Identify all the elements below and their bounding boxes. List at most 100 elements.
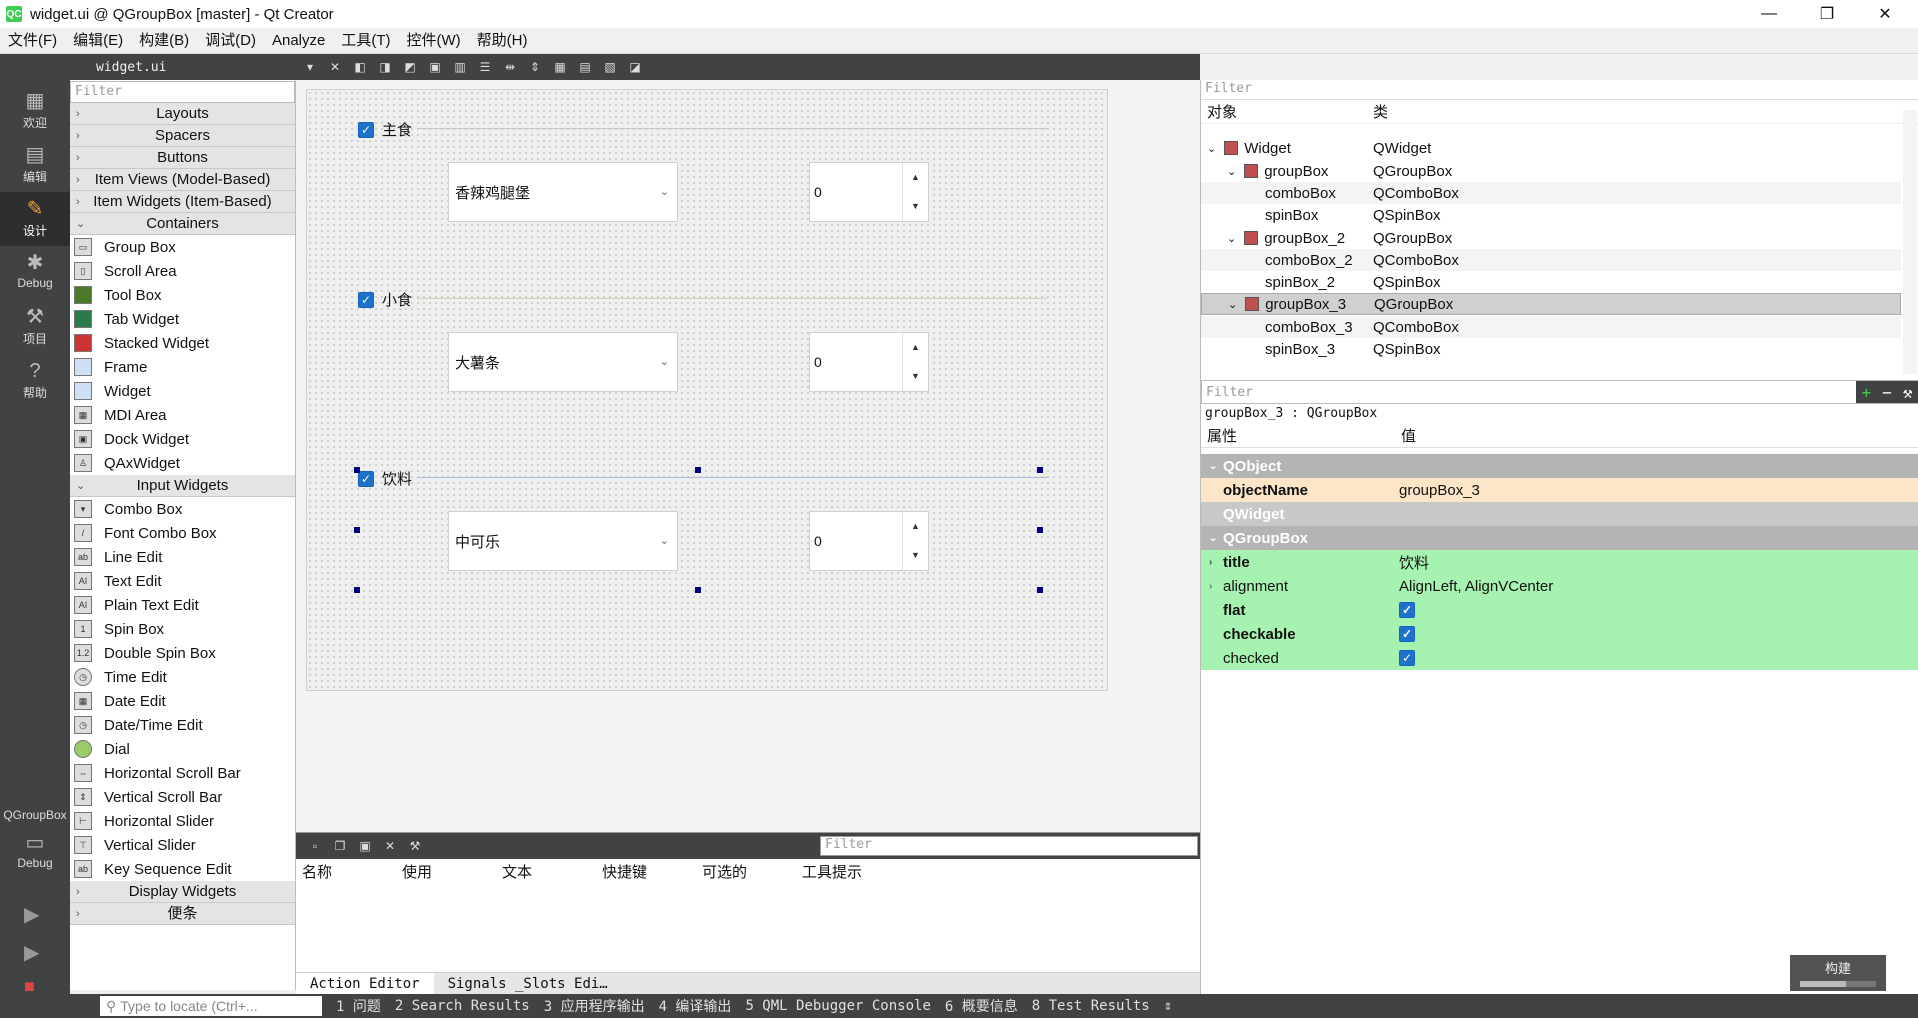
prop-alignment[interactable]: › alignment AlignLeft, AlignVCenter [1201, 574, 1918, 598]
spin-box-drink[interactable]: 0 ▲ ▼ [809, 511, 929, 571]
widget-item-line-edit[interactable]: ab Line Edit [70, 545, 295, 569]
paste-action-icon[interactable]: ▣ [354, 837, 376, 855]
resize-handle[interactable] [1037, 467, 1043, 473]
prop-checkable[interactable]: checkable ✓ [1201, 622, 1918, 646]
maximize-button[interactable]: ❐ [1804, 0, 1850, 28]
widget-item-tab-widget[interactable]: Tab Widget [70, 307, 295, 331]
output-tab-search-results[interactable]: 2 Search Results [395, 998, 530, 1014]
mode-welcome[interactable]: ▦ 欢迎 [0, 84, 70, 138]
object-filter-input[interactable]: Filter [1201, 80, 1918, 100]
checkbox-checked-icon[interactable]: ✓ [1399, 626, 1415, 642]
widget-item-dial[interactable]: Dial [70, 737, 295, 761]
output-tab-test-results[interactable]: 8 Test Results [1032, 998, 1150, 1014]
tree-row-groupbox-3-selected[interactable]: ⌄ groupBox_3 QGroupBox [1201, 293, 1901, 315]
checkbox-checked-icon[interactable]: ✓ [358, 470, 374, 487]
widget-item-dock-widget[interactable]: ▣ Dock Widget [70, 427, 295, 451]
tab-action-editor[interactable]: Action Editor [296, 973, 434, 994]
column-object[interactable]: 对象 [1207, 101, 1237, 122]
widget-item-widget[interactable]: Widget [70, 379, 295, 403]
column-class[interactable]: 类 [1373, 101, 1388, 122]
tree-row-combobox-3[interactable]: comboBox_3 QComboBox [1201, 316, 1901, 338]
widget-item-spin-box[interactable]: 1 Spin Box [70, 617, 295, 641]
layout-form-icon[interactable]: ▤ [574, 58, 596, 76]
output-tab-app-output[interactable]: 3 应用程序输出 [544, 996, 645, 1016]
resize-handle[interactable] [1037, 527, 1043, 533]
category-layouts[interactable]: › Layouts [70, 103, 295, 125]
menu-debug[interactable]: 调试(D) [197, 28, 264, 54]
spin-up-icon[interactable]: ▲ [902, 512, 928, 541]
tab-signals-slots-editor[interactable]: Signals _Slots Edi… [434, 973, 622, 994]
edit-buddies-icon[interactable]: ◩ [399, 58, 421, 76]
menu-tools[interactable]: 工具(T) [333, 28, 398, 54]
widget-item-combo-box[interactable]: ▾ Combo Box [70, 497, 295, 521]
spin-box-snack[interactable]: 0 ▲ ▼ [809, 332, 929, 392]
open-file-name[interactable]: widget.ui [96, 60, 296, 75]
resize-handle[interactable] [354, 467, 360, 473]
configure-icon[interactable]: ⚒ [404, 837, 426, 855]
widget-item-datetime-edit[interactable]: ◷ Date/Time Edit [70, 713, 295, 737]
new-action-icon[interactable]: ▫ [304, 837, 326, 855]
locator-input[interactable]: ⚲ Type to locate (Ctrl+... [100, 996, 322, 1016]
debug-run-icon[interactable]: ▶ [24, 940, 39, 965]
widget-item-vertical-slider[interactable]: ⊤ Vertical Slider [70, 833, 295, 857]
widget-item-font-combo-box[interactable]: / Font Combo Box [70, 521, 295, 545]
widget-box-filter[interactable]: Filter [70, 81, 295, 103]
edit-widgets-icon[interactable]: ◧ [349, 58, 371, 76]
prop-objectname[interactable]: objectName groupBox_3 [1201, 478, 1918, 502]
layout-splitter-v-icon[interactable]: ⇕ [524, 58, 546, 76]
groupbox-main-title[interactable]: ✓ 主食 [358, 119, 412, 140]
mode-projects[interactable]: ⚒ 项目 [0, 300, 70, 354]
column-shortcut[interactable]: 快捷键 [602, 861, 647, 882]
action-filter-input[interactable]: Filter [820, 836, 1198, 856]
widget-item-mdi-area[interactable]: ▦ MDI Area [70, 403, 295, 427]
prop-checked[interactable]: checked ✓ [1201, 646, 1918, 670]
checkbox-checked-icon[interactable]: ✓ [358, 291, 374, 308]
layout-splitter-h-icon[interactable]: ⇹ [499, 58, 521, 76]
column-name[interactable]: 名称 [302, 861, 332, 882]
category-scratchpad[interactable]: › 便条 [70, 903, 295, 925]
category-input-widgets[interactable]: ⌄ Input Widgets [70, 475, 295, 497]
widget-item-key-sequence-edit[interactable]: ab Key Sequence Edit [70, 857, 295, 881]
column-checkable[interactable]: 可选的 [702, 861, 747, 882]
resize-handle[interactable] [354, 527, 360, 533]
resize-handle[interactable] [695, 587, 701, 593]
run-icon[interactable]: ▶ [24, 902, 39, 927]
menu-edit[interactable]: 编辑(E) [65, 28, 131, 54]
form-widget[interactable]: ✓ 主食 香辣鸡腿堡 ⌄ 0 ▲ ▼ ✓ 小食 大薯条 ⌄ 0 ▲ ▼ ✓ 饮料 中可乐 ⌄ 0 ▲ ▼ [306, 89, 1108, 691]
checkbox-checked-icon[interactable]: ✓ [1399, 650, 1415, 666]
mode-design[interactable]: ✎ 设计 [0, 192, 70, 246]
combo-box-main[interactable]: 香辣鸡腿堡 ⌄ [448, 162, 678, 222]
add-property-icon[interactable]: + [1862, 383, 1872, 402]
more-tabs-icon[interactable]: ⇕ [1164, 998, 1172, 1014]
close-doc-icon[interactable]: ✕ [324, 58, 346, 76]
category-buttons[interactable]: › Buttons [70, 147, 295, 169]
widget-item-stacked-widget[interactable]: Stacked Widget [70, 331, 295, 355]
object-inspector-scrollbar[interactable] [1903, 110, 1917, 374]
section-qgroupbox[interactable]: ⌄ QGroupBox [1201, 526, 1918, 550]
widget-item-time-edit[interactable]: ◷ Time Edit [70, 665, 295, 689]
edit-signals-icon[interactable]: ◨ [374, 58, 396, 76]
spin-down-icon[interactable]: ▼ [902, 541, 928, 570]
tree-row-spinbox-3[interactable]: spinBox_3 QSpinBox [1201, 338, 1901, 360]
prop-flat[interactable]: flat ✓ [1201, 598, 1918, 622]
widget-item-plain-text-edit[interactable]: AI Plain Text Edit [70, 593, 295, 617]
close-button[interactable]: ✕ [1862, 0, 1908, 28]
section-qobject[interactable]: ⌄ QObject [1201, 454, 1918, 478]
column-property[interactable]: 属性 [1207, 425, 1237, 446]
category-item-views[interactable]: › Item Views (Model-Based) [70, 169, 295, 191]
spin-up-icon[interactable]: ▲ [902, 163, 928, 192]
output-tab-issues[interactable]: 1 问题 [336, 996, 381, 1016]
menu-analyze[interactable]: Analyze [264, 28, 333, 54]
break-layout-icon[interactable]: ▧ [599, 58, 621, 76]
groupbox-snack-title[interactable]: ✓ 小食 [358, 289, 412, 310]
mode-debug[interactable]: ✱ Debug [0, 246, 70, 300]
checkbox-checked-icon[interactable]: ✓ [358, 121, 374, 138]
combo-box-snack[interactable]: 大薯条 ⌄ [448, 332, 678, 392]
mode-help[interactable]: ? 帮助 [0, 354, 70, 408]
column-text[interactable]: 文本 [502, 861, 532, 882]
prop-title[interactable]: › title 饮料 [1201, 550, 1918, 574]
category-display-widgets[interactable]: › Display Widgets [70, 881, 295, 903]
tree-row-spinbox-2[interactable]: spinBox_2 QSpinBox [1201, 271, 1901, 293]
widget-item-text-edit[interactable]: AI Text Edit [70, 569, 295, 593]
layout-grid-icon[interactable]: ▦ [549, 58, 571, 76]
